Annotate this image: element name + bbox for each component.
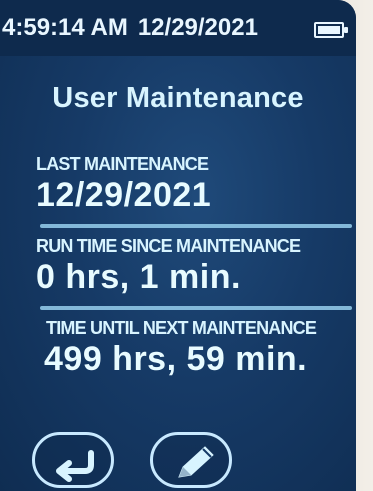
run-time-value: 0 hrs, 1 min. (36, 258, 241, 296)
return-arrow-icon (56, 450, 94, 482)
pencil-icon (178, 446, 214, 478)
last-maintenance-label: LAST MAINTENANCE (36, 154, 209, 174)
status-time: 4:59:14 AM (2, 14, 128, 41)
run-time-label: RUN TIME SINCE MAINTENANCE (36, 236, 301, 256)
time-until-next-value: 499 hrs, 59 min. (44, 340, 308, 378)
status-date: 12/29/2021 (137, 14, 258, 41)
back-button[interactable] (32, 432, 114, 488)
battery-full-icon (314, 22, 348, 38)
section-divider (40, 224, 352, 228)
device-screen: 4:59:14 AM 12/29/2021 User Maintenance L… (0, 0, 356, 491)
last-maintenance-value: 12/29/2021 (36, 176, 212, 214)
edit-button[interactable] (150, 432, 232, 488)
section-divider (40, 306, 352, 310)
time-until-next-label: TIME UNTIL NEXT MAINTENANCE (46, 318, 317, 338)
status-bar: 4:59:14 AM 12/29/2021 (0, 0, 356, 56)
page-title: User Maintenance (52, 82, 304, 114)
battery-level-fill (318, 26, 340, 34)
